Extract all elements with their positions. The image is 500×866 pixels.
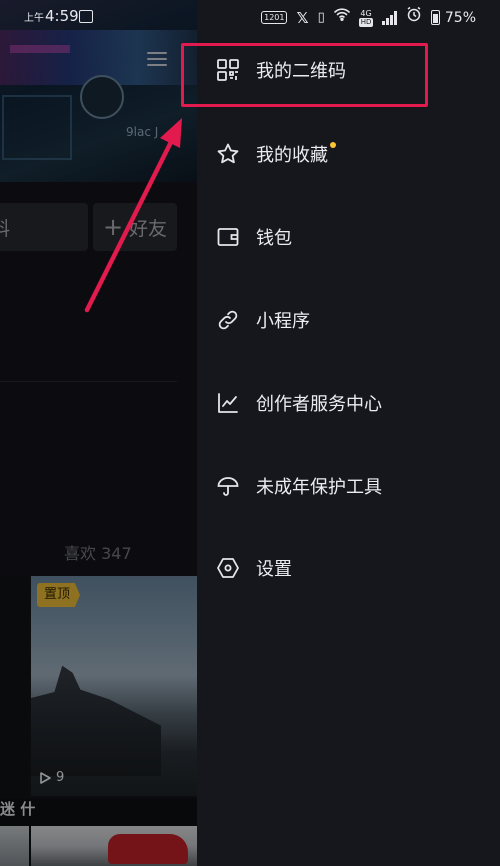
- link-icon: [215, 307, 241, 333]
- menu-item-label: 小程序: [256, 311, 310, 332]
- status-time: 上午4:59: [24, 7, 79, 25]
- wallet-icon: [215, 224, 241, 250]
- menu-item-mini-program[interactable]: 小程序: [197, 292, 500, 348]
- chart-line-icon: [215, 390, 241, 416]
- menu-item-label: 钱包: [256, 228, 292, 249]
- wifi-icon: [333, 7, 350, 28]
- status-bar: 上午4:59 1201 𝕏 ▯ 4G HD 75%: [0, 0, 500, 34]
- battery-percent: 75%: [444, 9, 476, 26]
- menu-item-wallet[interactable]: 钱包: [197, 209, 500, 265]
- network-type-icon: 4G HD: [358, 8, 374, 27]
- menu-item-creator-center[interactable]: 创作者服务中心: [197, 375, 500, 431]
- notification-dot: [330, 142, 336, 148]
- menu-item-label: 创作者服务中心: [256, 394, 382, 415]
- star-icon: [215, 141, 241, 167]
- signal-icon: [382, 10, 397, 25]
- hd-voice-icon: 1201: [261, 11, 288, 24]
- time-value: 4:59: [45, 7, 79, 25]
- menu-item-label: 设置: [256, 559, 292, 580]
- time-prefix: 上午: [24, 13, 44, 24]
- network-type: 4G: [360, 8, 372, 18]
- status-icons: 1201 𝕏 ▯ 4G HD 75%: [261, 6, 476, 29]
- annotation-highlight-box: [181, 43, 428, 107]
- menu-item-favorites[interactable]: 我的收藏: [197, 126, 500, 182]
- alarm-icon: [406, 6, 422, 29]
- battery-icon: [430, 10, 440, 25]
- x-app-icon: 𝕏: [296, 8, 309, 27]
- menu-item-settings[interactable]: 设置: [197, 540, 500, 596]
- menu-item-label: 我的收藏: [256, 145, 328, 166]
- side-drawer-menu: 我的二维码 我的收藏 钱包 小程序 创作者服务中心 未成年保护工具 设置: [197, 0, 500, 866]
- vibrate-icon: ▯: [317, 9, 325, 25]
- hexagon-settings-icon: [215, 555, 241, 581]
- menu-item-label: 未成年保护工具: [256, 477, 382, 498]
- overlay-scrim[interactable]: [0, 0, 197, 866]
- hd-badge: HD: [358, 17, 374, 27]
- gallery-notification-icon: [79, 10, 93, 23]
- menu-item-minor-protection[interactable]: 未成年保护工具: [197, 458, 500, 514]
- umbrella-icon: [215, 473, 241, 499]
